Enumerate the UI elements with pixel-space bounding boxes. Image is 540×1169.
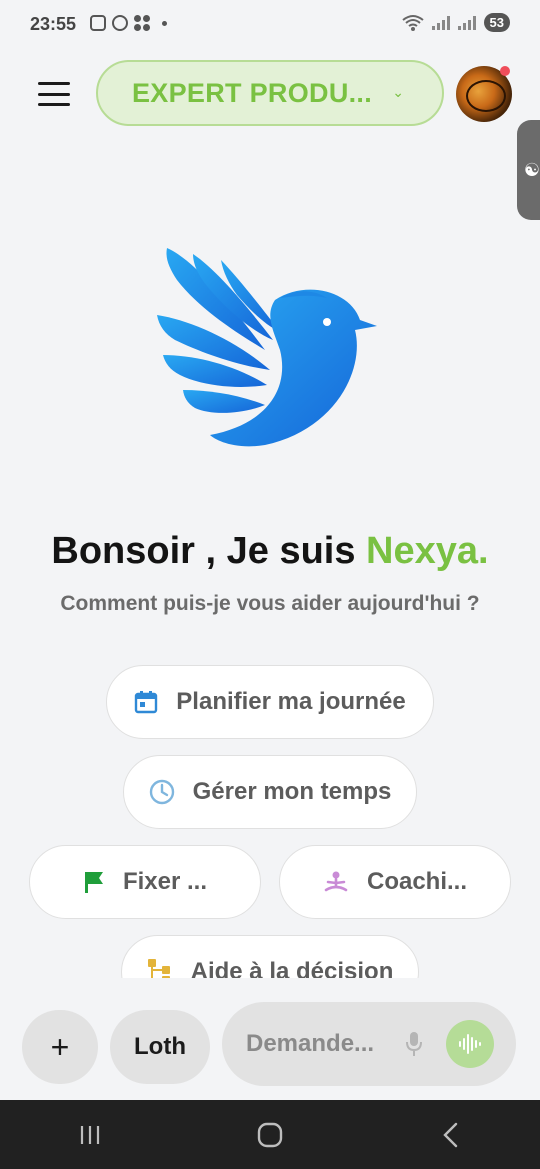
greeting-subtitle: Comment puis-je vous aider aujourd'hui ?	[60, 592, 480, 615]
suggestion-set-goals[interactable]: Fixer ...	[29, 845, 261, 919]
notification-dot	[162, 20, 167, 26]
voice-mode-button[interactable]	[446, 1020, 494, 1068]
suggestion-plan-day[interactable]: Planifier ma journée	[106, 665, 434, 739]
message-input-placeholder: Demande...	[246, 1030, 375, 1057]
clock-icon	[149, 779, 174, 805]
recent-apps-icon[interactable]	[60, 1115, 120, 1155]
greeting-title: Bonsoir , Je suis Nexya.	[0, 530, 540, 573]
mode-selector-label: EXPERT PRODU...	[132, 77, 373, 108]
battery-icon: 53	[483, 13, 510, 32]
suggestion-label: Fixer ...	[122, 868, 208, 895]
mode-selector[interactable]: EXPERT PRODU... ⌄	[96, 60, 444, 126]
signal-icon	[431, 15, 450, 30]
back-icon[interactable]	[420, 1115, 480, 1155]
whatsapp-icon	[112, 15, 128, 31]
voice-wave-icon	[459, 1034, 481, 1054]
status-bar: 23:55 53	[0, 0, 540, 50]
apps-icon	[134, 15, 150, 31]
suggestion-manage-time[interactable]: Gérer mon temps	[123, 755, 417, 829]
status-time: 23:55	[30, 14, 77, 34]
status-system-icons: 53	[401, 13, 510, 32]
chevron-down-icon: ⌄	[392, 84, 404, 100]
suggestion-label: Coachi...	[366, 868, 468, 895]
hamburger-menu-icon[interactable]	[38, 82, 70, 106]
assistant-name: Nexya.	[366, 530, 489, 572]
nexya-bird-logo	[157, 248, 377, 447]
wifi-icon	[401, 14, 424, 31]
suggestion-label: Gérer mon temps	[192, 778, 392, 805]
suggestion-coaching[interactable]: Coachi...	[279, 845, 511, 919]
home-icon[interactable]	[240, 1115, 300, 1155]
greeting-prefix: Bonsoir , Je suis	[51, 530, 367, 572]
screenshot-icon	[90, 15, 106, 31]
add-attachment-button[interactable]: +	[22, 1010, 98, 1084]
flag-icon	[84, 872, 103, 893]
calendar-icon	[135, 691, 158, 714]
system-navigation-bar	[0, 1100, 540, 1169]
accessibility-icon[interactable]: ☯	[517, 120, 540, 220]
language-button[interactable]: Loth	[110, 1010, 210, 1084]
microphone-icon[interactable]	[404, 1030, 424, 1058]
meditation-icon	[324, 871, 348, 892]
signal-icon	[457, 15, 476, 30]
avatar-notification-badge	[500, 66, 510, 76]
suggestion-label: Planifier ma journée	[176, 688, 406, 715]
message-input[interactable]: Demande...	[222, 1002, 516, 1086]
status-notification-icons	[90, 15, 167, 31]
